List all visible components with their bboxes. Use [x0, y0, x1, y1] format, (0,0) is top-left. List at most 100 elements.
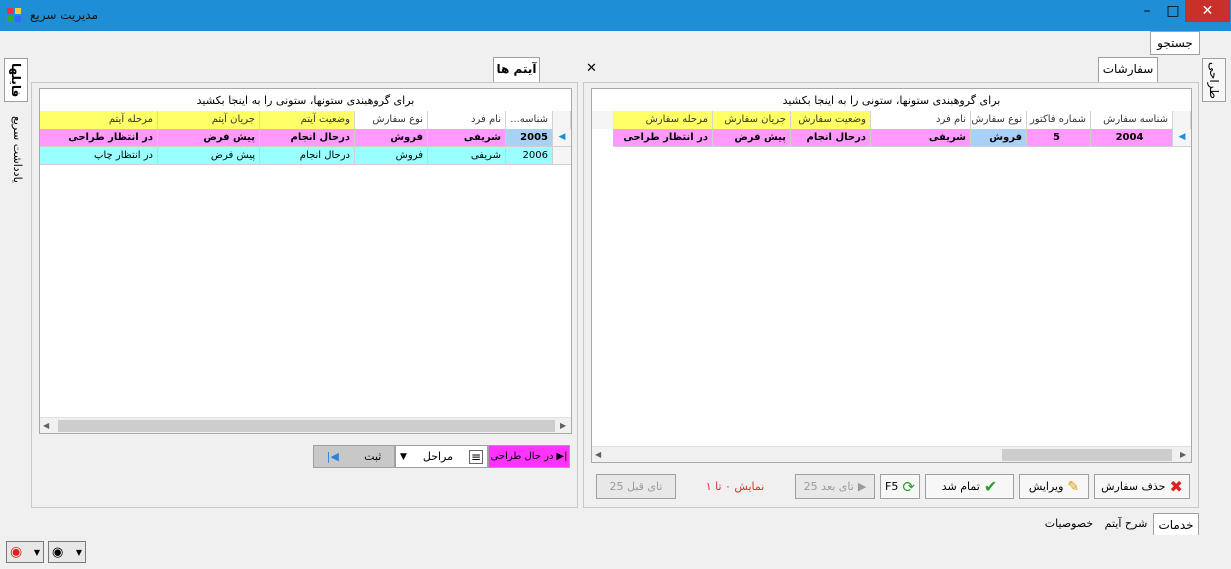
- lifebuoy-icon: ◉: [10, 544, 23, 560]
- delete-order-label: حذف سفارش: [1101, 480, 1166, 493]
- cell-invoice-no[interactable]: 5: [1027, 129, 1091, 147]
- col-person-name[interactable]: نام فرد: [871, 111, 971, 129]
- items-hscrollbar[interactable]: ◀ ▶: [40, 417, 571, 433]
- stage-button-label: در حال طراحی: [490, 451, 554, 462]
- tab-files[interactable]: فایلها: [4, 58, 28, 102]
- cell-order-id[interactable]: 2004: [1091, 129, 1173, 147]
- row-indicator: [553, 147, 571, 165]
- cell-order-stage[interactable]: در انتظار طراحی: [613, 129, 713, 147]
- items-grid: برای گروهبندی ستونها، ستونی را به اینجا …: [39, 88, 572, 434]
- cell-item-flow[interactable]: پیش فرض: [158, 129, 260, 147]
- chevron-down-icon: ▼: [75, 547, 82, 557]
- app-icon: [6, 7, 22, 23]
- row-indicator-icon: ◀: [553, 129, 571, 147]
- row-indicator-icon: ◀: [1173, 129, 1191, 147]
- refresh-icon: ⟳: [902, 477, 915, 496]
- cell-order-type[interactable]: فروش: [355, 147, 428, 165]
- view-menu-button[interactable]: ◉ ▼: [48, 541, 86, 563]
- col-item-id[interactable]: شناسه...: [506, 111, 553, 129]
- col-invoice-no[interactable]: شماره فاکتور: [1027, 111, 1091, 129]
- items-header-row: شناسه... نام فرد نوع سفارش وضعیت آیتم جر…: [40, 111, 571, 129]
- col-item-status[interactable]: وضعیت آیتم: [260, 111, 355, 129]
- minimize-button[interactable]: –: [1134, 0, 1160, 22]
- delete-icon: ✖: [1169, 477, 1183, 496]
- skip-end-icon: ▶|: [556, 451, 568, 462]
- eye-icon: ◉: [52, 544, 64, 560]
- next-arrow-icon: ▶: [857, 480, 867, 493]
- scroll-right-icon[interactable]: ▶: [1180, 450, 1186, 459]
- cell-person-name[interactable]: شریفی: [428, 147, 506, 165]
- done-label: تمام شد: [941, 480, 980, 493]
- delete-order-button[interactable]: حذف سفارش ✖: [1094, 474, 1190, 499]
- table-row[interactable]: 2006 شریفی فروش درحال انجام پیش فرض در ا…: [40, 147, 571, 165]
- close-icon[interactable]: ✕: [586, 61, 600, 76]
- col-order-id[interactable]: شناسه سفارش: [1091, 111, 1173, 129]
- refresh-label: F5: [885, 480, 899, 493]
- tab-items[interactable]: آیتم ها: [493, 57, 540, 82]
- orders-grid: برای گروهبندی ستونها، ستونی را به اینجا …: [591, 88, 1192, 463]
- next-page-label: 25 تای بعد: [803, 480, 854, 493]
- tab-quick-notes[interactable]: یادداشت سریع: [4, 108, 28, 190]
- refresh-button[interactable]: F5 ⟳: [880, 474, 920, 499]
- stages-label: مراحل: [422, 450, 454, 463]
- cell-item-id[interactable]: 2006: [506, 147, 553, 165]
- cell-item-stage[interactable]: در انتظار طراحی: [40, 129, 158, 147]
- tab-design[interactable]: طراحی: [1202, 58, 1226, 102]
- cell-person-name[interactable]: شریفی: [871, 129, 971, 147]
- cell-order-status[interactable]: درحال انجام: [791, 129, 871, 147]
- cell-item-flow[interactable]: پیش فرض: [158, 147, 260, 165]
- tab-orders[interactable]: سفارشات: [1098, 57, 1158, 82]
- cell-item-stage[interactable]: در انتظار چاپ: [40, 147, 158, 165]
- tab-item-description[interactable]: شرح آیتم: [1100, 517, 1152, 530]
- search-button[interactable]: جستجو: [1150, 31, 1200, 55]
- register-label: ثبت: [364, 450, 382, 463]
- cell-order-flow[interactable]: پیش فرض: [713, 129, 791, 147]
- register-button[interactable]: |◀ ثبت: [313, 445, 395, 468]
- stage-in-design-button[interactable]: در حال طراحی ▶|: [488, 445, 570, 468]
- paging-status: نمایش ۰ تا ۱: [705, 480, 765, 493]
- maximize-button[interactable]: □: [1160, 0, 1186, 22]
- tab-properties[interactable]: خصوصیات: [1040, 517, 1098, 530]
- prev-page-button[interactable]: 25 تای قبل: [596, 474, 676, 499]
- chevron-down-icon: ▼: [33, 547, 40, 557]
- col-order-type[interactable]: نوع سفارش: [971, 111, 1027, 129]
- chevron-down-icon: ▼: [400, 451, 407, 462]
- edit-button[interactable]: ویرایش ✎: [1019, 474, 1089, 499]
- cell-order-type[interactable]: فروش: [355, 129, 428, 147]
- checkmark-icon: ✔: [983, 477, 998, 496]
- table-row[interactable]: ◀ 2005 شریفی فروش درحال انجام پیش فرض در…: [40, 129, 571, 147]
- help-menu-button[interactable]: ◉ ▼: [6, 541, 44, 563]
- scroll-right-icon[interactable]: ▶: [560, 421, 566, 430]
- cell-person-name[interactable]: شریفی: [428, 129, 506, 147]
- skip-start-icon: |◀: [326, 450, 339, 463]
- table-row[interactable]: ◀ 2004 5 فروش شریفی درحال انجام پیش فرض …: [592, 129, 1191, 147]
- col-order-flow[interactable]: جریان سفارش: [713, 111, 791, 129]
- stages-dropdown[interactable]: ▼ مراحل ≡: [395, 445, 488, 468]
- col-item-flow[interactable]: جریان آیتم: [158, 111, 260, 129]
- edit-label: ویرایش: [1028, 480, 1064, 493]
- cell-item-id[interactable]: 2005: [506, 129, 553, 147]
- cell-item-status[interactable]: درحال انجام: [260, 129, 355, 147]
- window-close-button[interactable]: ✕: [1185, 0, 1230, 22]
- col-order-stage[interactable]: مرحله سفارش: [613, 111, 713, 129]
- cell-item-status[interactable]: درحال انجام: [260, 147, 355, 165]
- cell-order-type[interactable]: فروش: [971, 129, 1027, 147]
- scroll-thumb[interactable]: [58, 420, 555, 432]
- status-bar: [0, 535, 1231, 569]
- group-by-hint: برای گروهبندی ستونها، ستونی را به اینجا …: [782, 94, 1001, 107]
- done-button[interactable]: تمام شد ✔: [925, 474, 1014, 499]
- orders-hscrollbar[interactable]: ◀ ▶: [592, 446, 1191, 462]
- col-order-type[interactable]: نوع سفارش: [355, 111, 428, 129]
- window-title: مدیریت سریع: [30, 8, 99, 22]
- next-page-button[interactable]: 25 تای بعد ▶: [795, 474, 875, 499]
- col-order-status[interactable]: وضعیت سفارش: [791, 111, 871, 129]
- scroll-thumb[interactable]: [1002, 449, 1172, 461]
- group-by-hint: برای گروهبندی ستونها، ستونی را به اینجا …: [196, 94, 415, 107]
- scroll-left-icon[interactable]: ◀: [595, 450, 601, 459]
- orders-header-row: شناسه سفارش شماره فاکتور نوع سفارش نام ف…: [592, 111, 1191, 129]
- pencil-icon: ✎: [1067, 478, 1080, 495]
- col-person-name[interactable]: نام فرد: [428, 111, 506, 129]
- tab-services[interactable]: خدمات: [1153, 513, 1199, 537]
- col-item-stage[interactable]: مرحله آیتم: [40, 111, 158, 129]
- scroll-left-icon[interactable]: ◀: [43, 421, 49, 430]
